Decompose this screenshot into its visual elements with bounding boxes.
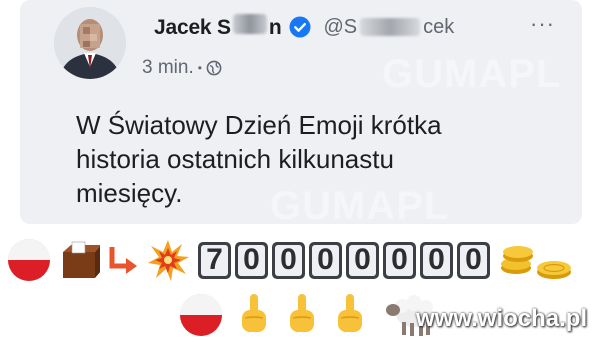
emoji-sequence-2 [180, 292, 436, 338]
author-name-start: Jacek S [154, 16, 231, 39]
censor-blur [360, 18, 421, 36]
post-card: Jacek Sn @S cek ··· 3 min. • GUMAPL GUMAP… [20, 0, 582, 228]
middle-finger-icon [290, 294, 314, 332]
arrow-down-right-icon [109, 247, 137, 274]
poland-flag-icon [8, 239, 50, 281]
post-meta: 3 min. • [142, 57, 222, 79]
author-row: Jacek S n @S cek [154, 12, 454, 42]
digit-keycap: 7 [198, 241, 231, 279]
poland-flag-icon [180, 294, 222, 336]
author-name-end: n [268, 16, 282, 39]
overlay-watermark: GUMAPL [382, 52, 562, 96]
censor-blur [232, 14, 267, 34]
emoji-sequence-1: 7 0 0 0 0 0 0 0 [8, 238, 576, 282]
explosion-icon [148, 240, 189, 281]
post-text-line: historia ostatnich kilkunastu [76, 144, 394, 174]
digit-keycap: 0 [420, 241, 453, 279]
digit-keycap: 0 [309, 241, 342, 279]
post-text-line: miesięcy. [76, 178, 183, 208]
author-name[interactable]: Jacek S n [154, 14, 282, 40]
digit-keycap: 0 [383, 241, 416, 279]
verified-badge-icon [289, 16, 311, 38]
site-watermark: www.wiocha.pl [416, 305, 588, 332]
post-text-line: W Światowy Dzień Emoji krótka [76, 110, 442, 140]
digit-keycap: 0 [457, 241, 490, 279]
post-text: W Światowy Dzień Emoji krótka historia o… [76, 108, 546, 210]
coins-icon [501, 246, 571, 279]
digit-keycap: 0 [235, 241, 268, 279]
handle-end: cek [423, 15, 455, 38]
post-time[interactable]: 3 min. [142, 57, 194, 79]
middle-finger-icon [338, 294, 362, 332]
more-options-button[interactable]: ··· [530, 11, 555, 37]
globe-icon [206, 60, 222, 76]
handle-start: @S [323, 15, 358, 38]
meta-separator: • [197, 61, 202, 75]
author-handle[interactable]: @S cek [323, 16, 454, 39]
avatar[interactable] [54, 7, 126, 79]
middle-finger-icon [242, 294, 266, 332]
digit-keycap: 0 [272, 241, 305, 279]
digit-keycap: 0 [346, 241, 379, 279]
ballot-box-icon [63, 241, 100, 278]
